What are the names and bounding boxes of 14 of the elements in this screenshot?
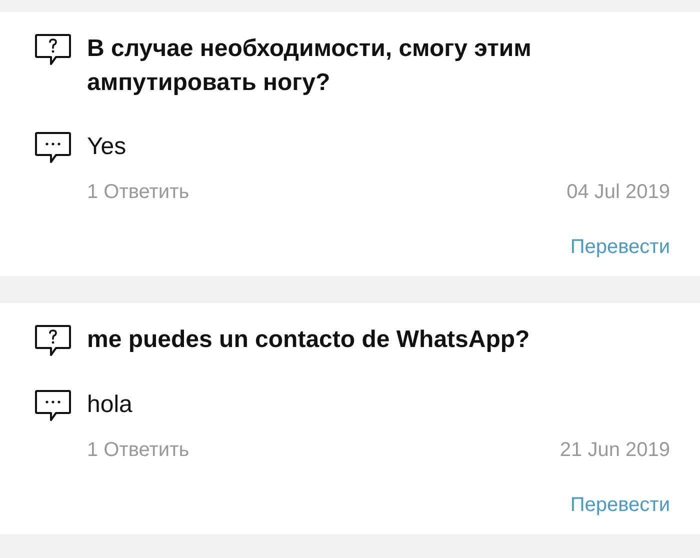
question-text: me puedes un contacto de WhatsApp? xyxy=(87,325,530,355)
answer-date: 21 Jun 2019 xyxy=(560,438,670,463)
translate-link[interactable]: Перевести xyxy=(570,492,670,518)
question-text: В случае необходимости, смогу этим ампутировать ногу? xyxy=(87,34,532,98)
question-bubble-icon xyxy=(34,33,72,67)
answer-bubble-icon xyxy=(34,389,72,423)
reply-link[interactable]: 1 Ответить xyxy=(87,437,190,463)
answer-text: Yes xyxy=(87,132,126,162)
question-bubble-icon xyxy=(34,324,72,358)
answer-date: 04 Jul 2019 xyxy=(566,180,670,205)
translate-link[interactable]: Перевести xyxy=(570,234,670,260)
reply-link[interactable]: 1 Ответить xyxy=(87,179,190,205)
answer-bubble-icon xyxy=(34,131,72,165)
answer-text: hola xyxy=(87,390,132,420)
